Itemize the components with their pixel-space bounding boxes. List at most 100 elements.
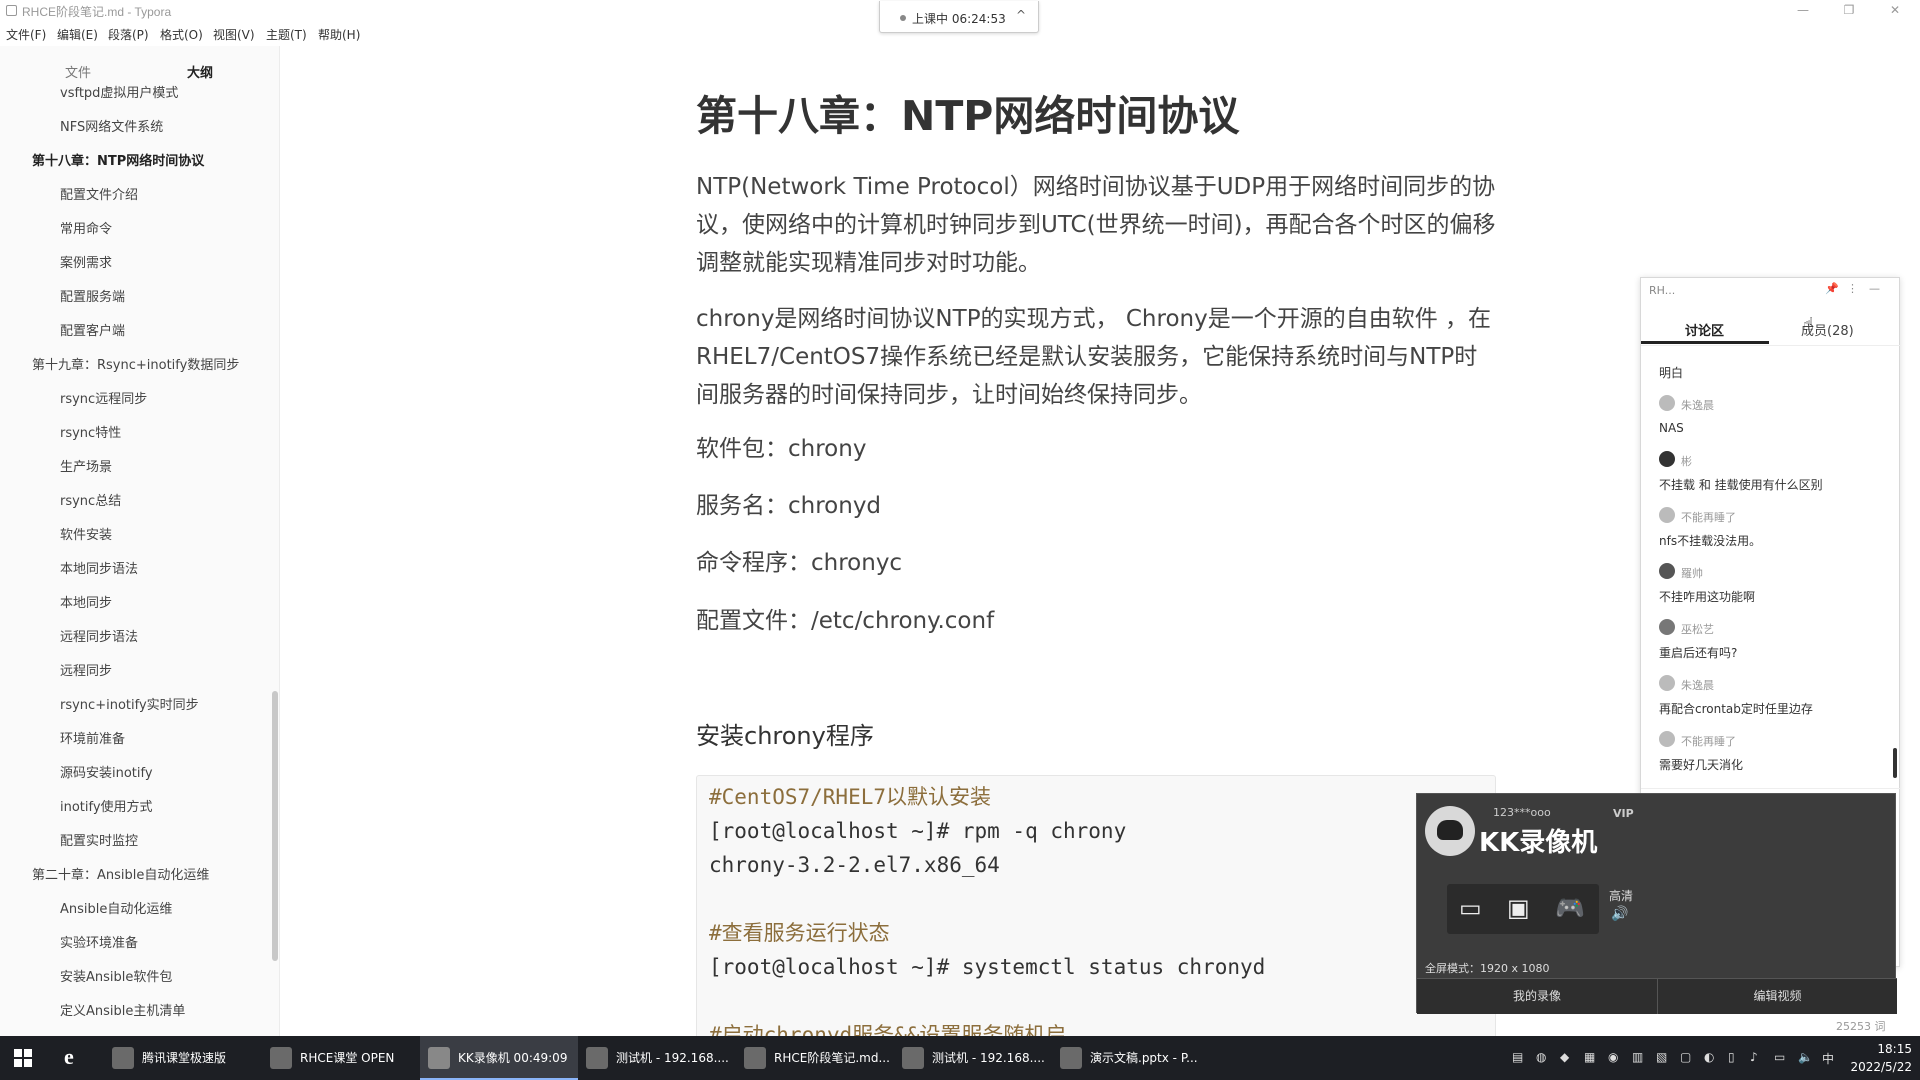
more-icon[interactable]: ⋮ — [1847, 282, 1858, 295]
outline-item[interactable]: NFS网络文件系统 — [60, 116, 163, 135]
app-tray-icon[interactable]: ▢ — [1680, 1050, 1691, 1064]
code-line: chrony-3.2-2.el7.x86_64 — [709, 853, 1000, 877]
outline-item[interactable]: 安装Ansible软件包 — [60, 966, 172, 985]
taskbar-item-kk-recorder[interactable]: KK录像机 00:49:09 — [420, 1036, 578, 1080]
app-tray-icon[interactable]: ▦ — [1584, 1050, 1595, 1064]
outline-item[interactable]: rsync特性 — [60, 422, 121, 441]
outline-item[interactable]: 第二十章：Ansible自动化运维 — [32, 864, 209, 883]
clock-time: 18:15 — [1877, 1042, 1912, 1056]
tab-files[interactable]: 文件 — [65, 62, 91, 81]
vm-icon — [586, 1047, 608, 1069]
outline-item[interactable]: rsync总结 — [60, 490, 121, 509]
menu-file[interactable]: 文件(F) — [6, 26, 46, 43]
outline-item[interactable]: 环境前准备 — [60, 728, 125, 747]
taskbar-item-powerpoint[interactable]: 演示文稿.pptx - P... — [1052, 1036, 1222, 1080]
menu-format[interactable]: 格式(O) — [160, 26, 203, 43]
taskbar-item-tencent-classroom[interactable]: 腾讯课堂极速版 — [104, 1036, 262, 1080]
outline-item[interactable]: 生产场景 — [60, 456, 112, 475]
outline-item[interactable]: 第十九章：Rsync+inotify数据同步 — [32, 354, 239, 373]
chat-message-name: 朱逸晨 — [1681, 679, 1714, 692]
taskbar-item-typora[interactable]: RHCE阶段笔记.md... — [736, 1036, 894, 1080]
outline-item[interactable]: 本地同步 — [60, 592, 112, 611]
menu-help[interactable]: 帮助(H) — [318, 26, 360, 43]
chat-message-text: 不挂载 和 挂载使用有什么区别 — [1659, 478, 1823, 492]
chat-tray-icon[interactable]: ▤ — [1512, 1050, 1523, 1064]
outline-item[interactable]: 案例需求 — [60, 252, 112, 271]
outline-item[interactable]: rsync+inotify实时同步 — [60, 694, 199, 713]
menu-edit[interactable]: 编辑(E) — [57, 26, 98, 43]
outline-item[interactable]: 源码安装inotify — [60, 762, 153, 781]
chat-message-name: 朱逸晨 — [1681, 399, 1714, 412]
heading-install-chrony: 安装chrony程序 — [696, 722, 874, 750]
screen: { "window": {"title": "RHCE阶段笔记.md - Typ… — [0, 0, 1920, 1080]
taskbar-item-test-vm-2[interactable]: 测试机 - 192.168.... — [894, 1036, 1052, 1080]
code-block[interactable]: #CentOS7/RHEL7以默认安装 [root@localhost ~]# … — [696, 775, 1496, 1075]
fullscreen-mode-icon[interactable]: ▭ — [1459, 894, 1482, 922]
outline-item[interactable]: 本地同步语法 — [60, 558, 138, 577]
taskbar-item-label: KK录像机 00:49:09 — [458, 1051, 568, 1065]
battery-icon[interactable]: ▯ — [1728, 1050, 1735, 1064]
taskbar-item-label: 腾讯课堂极速版 — [142, 1051, 227, 1065]
document-heading: 第十八章：NTP网络时间协议 — [696, 92, 1240, 140]
word-count[interactable]: 25253 词 — [1836, 1018, 1886, 1034]
app-tray-icon[interactable]: ◆ — [1560, 1050, 1569, 1064]
outline-item[interactable]: 常用命令 — [60, 218, 112, 237]
app-tray-icon[interactable]: ◉ — [1608, 1050, 1618, 1064]
avatar — [1659, 731, 1675, 747]
game-mode-icon[interactable]: 🎮 — [1555, 894, 1585, 922]
pin-icon[interactable]: 📌 — [1825, 282, 1839, 295]
network-icon[interactable]: ▭ — [1774, 1050, 1785, 1064]
typora-app-icon — [6, 5, 17, 16]
collapse-caret-icon[interactable]: ^ — [1016, 8, 1026, 22]
tab-discussion[interactable]: 讨论区 — [1685, 320, 1724, 339]
taskbar-item-test-vm-1[interactable]: 测试机 - 192.168.... — [578, 1036, 736, 1080]
outline-item[interactable]: Ansible自动化运维 — [60, 898, 172, 917]
app-tray-icon[interactable]: ◐ — [1704, 1050, 1714, 1064]
outline-item[interactable]: 远程同步语法 — [60, 626, 138, 645]
paragraph-chrony-intro: chrony是网络时间协议NTP的实现方式， Chrony是一个开源的自由软件 … — [696, 306, 1492, 408]
minimize-chat-icon[interactable]: — — [1869, 282, 1880, 295]
outline-item[interactable]: 配置服务端 — [60, 286, 125, 305]
sidebar-scrollbar[interactable] — [272, 691, 278, 961]
volume-tray-icon[interactable]: 🔈 — [1798, 1050, 1813, 1064]
outline-item[interactable]: inotify使用方式 — [60, 796, 153, 815]
microphone-tray-icon[interactable]: ♪ — [1750, 1050, 1758, 1064]
app-tray-icon[interactable]: ▥ — [1632, 1050, 1643, 1064]
chat-scrollbar[interactable] — [1893, 748, 1897, 778]
app-tray-icon[interactable]: ▧ — [1656, 1050, 1667, 1064]
edge-browser-icon[interactable]: e — [64, 1044, 74, 1070]
avatar — [1659, 675, 1675, 691]
wechat-tray-icon[interactable]: ◍ — [1536, 1050, 1546, 1064]
outline-item[interactable]: 配置实时监控 — [60, 830, 138, 849]
outline-item-active[interactable]: 第十八章：NTP网络时间协议 — [32, 150, 204, 169]
edit-video-button[interactable]: 编辑视频 — [1657, 978, 1897, 1014]
outline-item[interactable]: 配置文件介绍 — [60, 184, 138, 203]
taskbar-item-label: RHCE课堂 OPEN — [300, 1051, 395, 1065]
my-recordings-button[interactable]: 我的录像 — [1417, 978, 1657, 1014]
quality-hd[interactable]: 高清 — [1609, 887, 1633, 904]
kk-brand: KK录像机 — [1479, 828, 1598, 858]
menu-view[interactable]: 视图(V) — [213, 26, 255, 43]
menu-theme[interactable]: 主题(T) — [266, 26, 307, 43]
volume-icon[interactable]: 🔊 — [1611, 906, 1628, 922]
outline-item[interactable]: rsync远程同步 — [60, 388, 147, 407]
chat-message-name: 彬 — [1681, 455, 1692, 468]
taskbar-item-rhce-class[interactable]: RHCE课堂 OPEN — [262, 1036, 420, 1080]
kk-logo-icon — [1425, 806, 1475, 856]
windows-start-icon[interactable] — [14, 1049, 32, 1067]
taskbar-item-label: 测试机 - 192.168.... — [616, 1051, 729, 1065]
region-mode-icon[interactable]: ▣ — [1507, 894, 1530, 922]
maximize-button[interactable]: ❐ — [1826, 0, 1872, 22]
ime-indicator[interactable]: 中 — [1822, 1050, 1834, 1067]
outline-item[interactable]: 实验环境准备 — [60, 932, 138, 951]
outline-item[interactable]: 软件安装 — [60, 524, 112, 543]
paragraph-package: 软件包：chrony — [696, 436, 867, 462]
clock[interactable]: 18:15 2022/5/22 — [1840, 1040, 1912, 1076]
outline-item[interactable]: 远程同步 — [60, 660, 112, 679]
close-button[interactable]: ✕ — [1872, 0, 1918, 22]
outline-item[interactable]: vsftpd虚拟用户模式 — [60, 82, 178, 101]
minimize-button[interactable]: — — [1780, 0, 1826, 22]
tab-outline[interactable]: 大纲 — [187, 62, 213, 81]
outline-item[interactable]: 配置客户端 — [60, 320, 125, 339]
menu-paragraph[interactable]: 段落(P) — [108, 26, 149, 43]
